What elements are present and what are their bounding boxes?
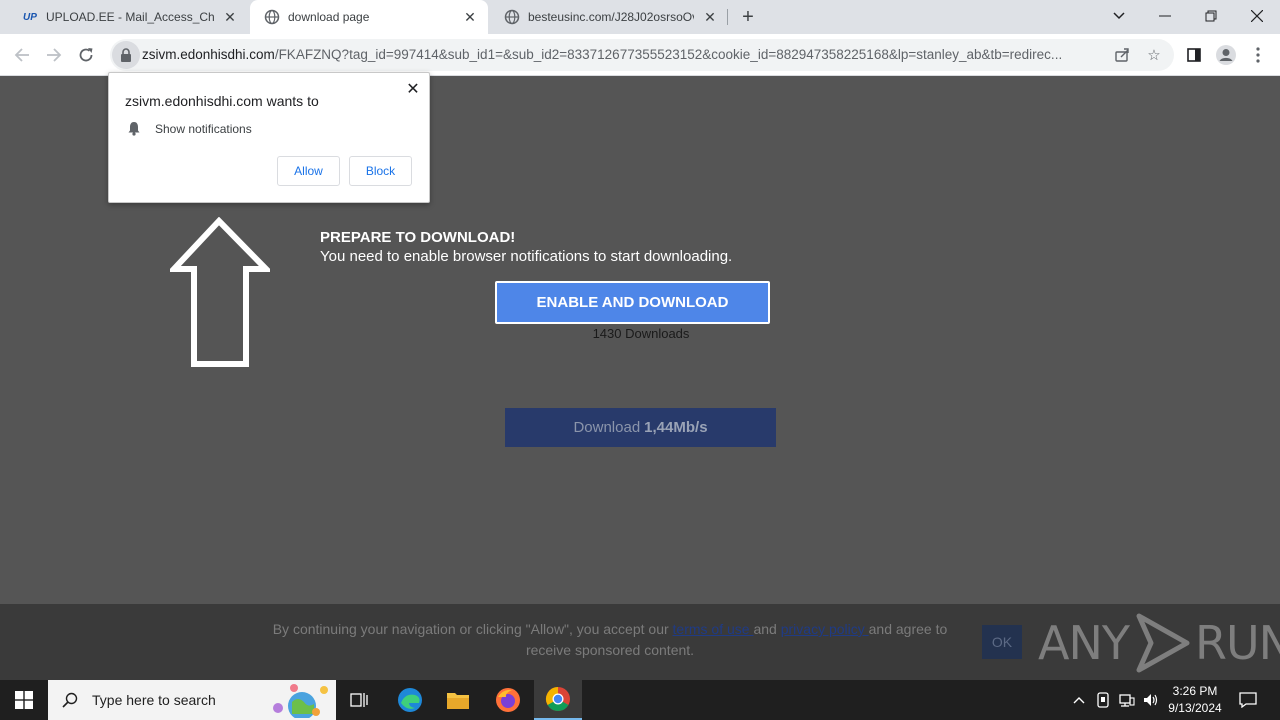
url-path: /FKAFZNQ?tag_id=997414&sub_id1=&sub_id2=…	[274, 47, 1063, 62]
search-icon	[62, 692, 78, 708]
block-button[interactable]: Block	[349, 156, 412, 186]
enable-and-download-button[interactable]: ENABLE AND DOWNLOAD	[495, 281, 770, 324]
close-icon[interactable]: ✕	[700, 7, 720, 27]
windows-taskbar: Type here to search 3:26 PM 9/13/2024	[0, 680, 1280, 720]
file-explorer-icon[interactable]	[436, 680, 480, 720]
terms-of-use-link[interactable]: terms of use	[673, 621, 754, 637]
profile-avatar-icon[interactable]	[1214, 43, 1238, 67]
permission-label: Show notifications	[155, 121, 252, 136]
globe-icon	[504, 9, 520, 25]
anyrun-logo: ANY RUN	[1038, 608, 1280, 678]
globe-icon	[264, 9, 280, 25]
tab-search-chevron-icon[interactable]	[1096, 0, 1142, 32]
volume-icon[interactable]	[1140, 680, 1162, 720]
downloads-count: 1430 Downloads	[592, 326, 690, 341]
prepare-title: PREPARE TO DOWNLOAD!	[320, 229, 516, 246]
forward-arrow-icon[interactable]	[40, 41, 68, 69]
bookmark-star-icon[interactable]: ☆	[1143, 44, 1165, 66]
cookie-ok-button[interactable]: OK	[982, 625, 1022, 659]
tab-title: UPLOAD.EE - Mail_Access_Chec	[46, 10, 214, 24]
windows-start-icon[interactable]	[0, 680, 48, 720]
edge-icon[interactable]	[388, 680, 432, 720]
reload-icon[interactable]	[72, 41, 100, 69]
taskbar-search-box[interactable]: Type here to search	[48, 680, 336, 720]
anyrun-logo-run: RUN	[1194, 616, 1280, 670]
tab-strip: UP UPLOAD.EE - Mail_Access_Chec ✕ downlo…	[0, 0, 1280, 34]
url-host: zsivm.edonhisdhi.com	[142, 47, 275, 62]
speed-value: 1,44Mb/s	[644, 419, 708, 436]
privacy-policy-link[interactable]: privacy policy	[781, 621, 869, 637]
system-clock[interactable]: 3:26 PM 9/13/2024	[1160, 683, 1230, 717]
search-highlight-globe-icon	[273, 684, 328, 718]
side-panel-icon[interactable]	[1182, 43, 1206, 67]
url-text[interactable]: zsivm.edonhisdhi.com/FKAFZNQ?tag_id=9974…	[142, 47, 1102, 62]
bell-icon	[128, 122, 140, 136]
allow-button[interactable]: Allow	[277, 156, 340, 186]
share-icon[interactable]	[1111, 44, 1133, 66]
notification-center-icon[interactable]	[1234, 680, 1262, 720]
popup-title: zsivm.edonhisdhi.com wants to	[125, 93, 319, 109]
back-arrow-icon[interactable]	[8, 41, 36, 69]
download-speed-button[interactable]: Download 1,44Mb/s	[505, 408, 776, 447]
new-tab-button[interactable]: +	[736, 5, 760, 29]
permission-row: Show notifications	[127, 121, 252, 136]
cookie-and-text: and	[753, 621, 781, 637]
speed-prefix: Download	[573, 419, 641, 436]
task-view-icon[interactable]	[338, 680, 382, 720]
upload-ee-icon: UP	[23, 11, 37, 23]
lock-icon[interactable]	[112, 41, 140, 69]
notification-permission-popup: zsivm.edonhisdhi.com wants to ✕ Show not…	[108, 72, 430, 203]
play-icon	[1136, 613, 1190, 673]
network-icon[interactable]	[1116, 680, 1138, 720]
prepare-subtitle: You need to enable browser notifications…	[320, 248, 733, 265]
tab-separator	[727, 9, 728, 25]
close-icon[interactable]: ✕	[403, 79, 423, 99]
tab-download-page[interactable]: download page ✕	[250, 0, 488, 34]
up-arrow-graphic	[170, 217, 270, 367]
address-bar[interactable]: zsivm.edonhisdhi.com/FKAFZNQ?tag_id=9974…	[110, 39, 1174, 71]
clock-time: 3:26 PM	[1172, 684, 1218, 698]
clock-date: 9/13/2024	[1168, 701, 1222, 715]
browser-toolbar: zsivm.edonhisdhi.com/FKAFZNQ?tag_id=9974…	[0, 34, 1280, 76]
tab-title: download page	[288, 10, 370, 24]
firefox-icon[interactable]	[486, 680, 530, 720]
chevron-up-icon[interactable]	[1068, 680, 1090, 720]
cookie-text-before: By continuing your navigation or clickin…	[272, 621, 673, 637]
cookie-bar: By continuing your navigation or clickin…	[0, 604, 1280, 680]
search-placeholder: Type here to search	[92, 692, 216, 708]
close-icon[interactable]: ✕	[220, 7, 240, 27]
restore-button[interactable]	[1188, 0, 1234, 32]
close-icon[interactable]: ✕	[460, 7, 480, 27]
cookie-text: By continuing your navigation or clickin…	[270, 619, 950, 661]
anyrun-logo-any: ANY	[1038, 616, 1130, 670]
tab-upload-ee[interactable]: UP UPLOAD.EE - Mail_Access_Chec ✕	[8, 0, 248, 34]
kebab-menu-icon[interactable]	[1246, 43, 1270, 67]
device-icon[interactable]	[1092, 680, 1114, 720]
tab-title: besteusinc.com/J28J02osrsoOvC	[528, 10, 694, 24]
chrome-taskbar-icon[interactable]	[534, 680, 582, 720]
close-window-button[interactable]	[1234, 0, 1280, 32]
tab-besteusinc[interactable]: besteusinc.com/J28J02osrsoOvC ✕	[490, 0, 728, 34]
minimize-button[interactable]	[1142, 0, 1188, 32]
